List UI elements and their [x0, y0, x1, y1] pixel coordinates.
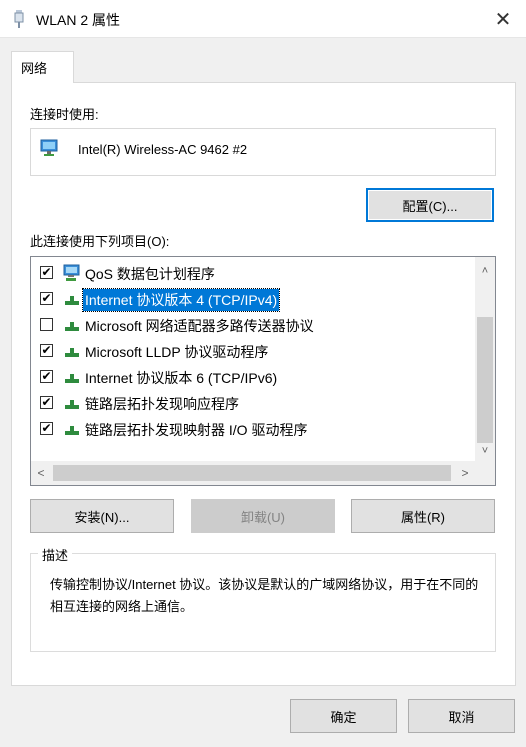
protocol-icon: [65, 296, 79, 305]
install-button-label: 安装(N)...: [74, 509, 130, 525]
components-list[interactable]: ✔ QoS 数据包计划程序 ✔ Internet 协议版本 4 (TCP/IPv…: [30, 256, 496, 486]
uninstall-button-label: 卸载(U): [240, 509, 286, 525]
properties-button[interactable]: 属性(R): [351, 499, 495, 533]
list-item[interactable]: ✔ Internet 协议版本 4 (TCP/IPv4): [31, 285, 471, 312]
item-label: Microsoft 网络适配器多路传送器协议: [85, 318, 314, 334]
list-item[interactable]: ✔ Internet 协议版本 6 (TCP/IPv6): [31, 363, 471, 389]
scroll-left-icon[interactable]: <: [31, 461, 51, 485]
uninstall-button[interactable]: 卸载(U): [191, 499, 335, 533]
item-label: QoS 数据包计划程序: [85, 266, 215, 282]
checkbox[interactable]: ✔: [40, 422, 53, 435]
horizontal-scroll-thumb[interactable]: [53, 465, 451, 481]
adapter-name: Intel(R) Wireless-AC 9462 #2: [78, 142, 248, 157]
protocol-icon: [65, 348, 79, 357]
checkbox[interactable]: ✔: [40, 370, 53, 383]
cancel-button-label: 取消: [448, 709, 475, 725]
configure-button[interactable]: 配置(C)...: [366, 188, 494, 222]
checkbox[interactable]: ✔: [40, 292, 53, 305]
qos-service-icon: [63, 264, 80, 281]
item-label: Internet 协议版本 4 (TCP/IPv4): [81, 288, 281, 312]
tab-label: 网络: [21, 61, 48, 76]
tab-network[interactable]: 网络: [11, 51, 74, 83]
item-label: 链路层拓扑发现映射器 I/O 驱动程序: [85, 422, 308, 438]
close-icon: ✕: [494, 8, 512, 31]
checkbox[interactable]: ✔: [40, 266, 53, 279]
close-button[interactable]: ✕: [480, 0, 526, 38]
items-label: 此连接使用下列项目(O):: [30, 234, 170, 249]
horizontal-scrollbar[interactable]: < >: [31, 461, 475, 485]
list-item[interactable]: ✔ QoS 数据包计划程序: [31, 259, 471, 285]
checkbox[interactable]: ✔: [40, 396, 53, 409]
item-label: Microsoft LLDP 协议驱动程序: [85, 344, 269, 360]
item-label: Internet 协议版本 6 (TCP/IPv6): [85, 370, 278, 386]
scroll-right-icon[interactable]: >: [455, 461, 475, 485]
description-title: 描述: [38, 545, 73, 564]
cancel-button[interactable]: 取消: [408, 699, 515, 733]
configure-button-label: 配置(C)...: [402, 198, 458, 214]
checkbox[interactable]: [40, 318, 53, 331]
connect-using-label: 连接时使用:: [30, 107, 99, 122]
vertical-scroll-thumb[interactable]: [477, 317, 493, 443]
install-button[interactable]: 安装(N)...: [30, 499, 174, 533]
protocol-icon: [65, 322, 79, 331]
network-cable-icon: [14, 10, 24, 28]
checkbox[interactable]: ✔: [40, 344, 53, 357]
item-label: 链路层拓扑发现响应程序: [85, 396, 239, 412]
title-bar: WLAN 2 属性 ✕: [0, 0, 526, 38]
list-item[interactable]: ✔ 链路层拓扑发现响应程序: [31, 389, 471, 415]
properties-button-label: 属性(R): [400, 509, 446, 525]
window-title: WLAN 2 属性: [36, 12, 121, 28]
scroll-up-icon[interactable]: ˄: [475, 261, 495, 281]
description-text: 传输控制协议/Internet 协议。该协议是默认的广域网络协议，用于在不同的相…: [50, 577, 479, 614]
ok-button-label: 确定: [330, 709, 357, 725]
list-item[interactable]: Microsoft 网络适配器多路传送器协议: [31, 311, 471, 337]
list-item[interactable]: ✔ 链路层拓扑发现映射器 I/O 驱动程序: [31, 415, 471, 441]
scroll-corner: [475, 461, 495, 485]
list-item[interactable]: ✔ Microsoft LLDP 协议驱动程序: [31, 337, 471, 363]
protocol-icon: [65, 400, 79, 409]
scroll-down-icon[interactable]: ˅: [475, 441, 495, 461]
protocol-icon: [65, 374, 79, 383]
ok-button[interactable]: 确定: [290, 699, 397, 733]
protocol-icon: [65, 426, 79, 435]
vertical-scrollbar[interactable]: ˄ ˅: [475, 257, 495, 461]
network-adapter-icon: [40, 139, 58, 156]
